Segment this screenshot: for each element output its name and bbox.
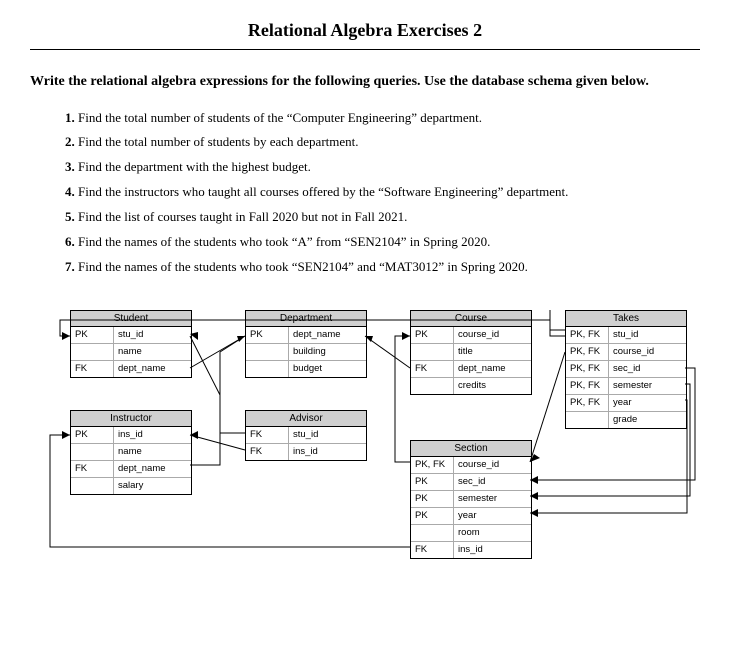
col-cell: name [114, 443, 192, 460]
col-cell: course_id [454, 457, 532, 474]
col-cell: semester [609, 377, 687, 394]
col-cell: sec_id [609, 360, 687, 377]
key-cell: FK [246, 427, 289, 444]
key-cell: PK, FK [566, 327, 609, 344]
entity-header: Takes [566, 311, 686, 327]
key-cell: FK [71, 460, 114, 477]
col-cell: ins_id [454, 541, 532, 558]
list-item: Find the instructors who taught all cour… [78, 180, 700, 205]
key-cell [71, 443, 114, 460]
key-cell: FK [246, 443, 289, 460]
col-cell: budget [289, 360, 367, 377]
key-cell [246, 360, 289, 377]
entity-header: Section [411, 441, 531, 457]
entity-course: Course PKcourse_id title FKdept_name cre… [410, 310, 532, 395]
key-cell: PK [411, 490, 454, 507]
col-cell: ins_id [114, 427, 192, 444]
key-cell [411, 524, 454, 541]
key-cell: FK [411, 541, 454, 558]
key-cell: PK [71, 327, 114, 344]
list-item: Find the names of the students who took … [78, 255, 700, 280]
col-cell: credits [454, 377, 532, 394]
key-cell: FK [71, 360, 114, 377]
key-cell: PK [71, 427, 114, 444]
col-cell: dept_name [289, 327, 367, 344]
list-item: Find the department with the highest bud… [78, 155, 700, 180]
title-rule [30, 49, 700, 50]
key-cell [566, 411, 609, 428]
list-item: Find the total number of students of the… [78, 106, 700, 131]
key-cell: PK [246, 327, 289, 344]
entity-header: Course [411, 311, 531, 327]
col-cell: course_id [609, 343, 687, 360]
entity-header: Instructor [71, 411, 191, 427]
key-cell: PK, FK [566, 377, 609, 394]
col-cell: room [454, 524, 532, 541]
entity-advisor: Advisor FKstu_id FKins_id [245, 410, 367, 461]
entity-header: Advisor [246, 411, 366, 427]
col-cell: year [454, 507, 532, 524]
key-cell: PK [411, 473, 454, 490]
er-diagram: Student PKstu_id name FKdept_name Depart… [30, 310, 700, 600]
question-list: Find the total number of students of the… [30, 106, 700, 280]
col-cell: salary [114, 477, 192, 494]
col-cell: year [609, 394, 687, 411]
col-cell: stu_id [289, 427, 367, 444]
key-cell: PK, FK [411, 457, 454, 474]
list-item: Find the names of the students who took … [78, 230, 700, 255]
col-cell: dept_name [114, 360, 192, 377]
prompt-text: Write the relational algebra expressions… [30, 72, 700, 92]
col-cell: grade [609, 411, 687, 428]
col-cell: name [114, 343, 192, 360]
key-cell: FK [411, 360, 454, 377]
key-cell [71, 343, 114, 360]
page-title: Relational Algebra Exercises 2 [30, 20, 700, 41]
entity-student: Student PKstu_id name FKdept_name [70, 310, 192, 378]
entity-instructor: Instructor PKins_id name FKdept_name sal… [70, 410, 192, 495]
key-cell: PK, FK [566, 360, 609, 377]
col-cell: ins_id [289, 443, 367, 460]
col-cell: sec_id [454, 473, 532, 490]
key-cell: PK, FK [566, 343, 609, 360]
col-cell: dept_name [454, 360, 532, 377]
key-cell: PK [411, 327, 454, 344]
col-cell: stu_id [114, 327, 192, 344]
col-cell: stu_id [609, 327, 687, 344]
key-cell [71, 477, 114, 494]
key-cell: PK, FK [566, 394, 609, 411]
entity-section: Section PK, FKcourse_id PKsec_id PKsemes… [410, 440, 532, 559]
list-item: Find the list of courses taught in Fall … [78, 205, 700, 230]
key-cell [411, 377, 454, 394]
col-cell: dept_name [114, 460, 192, 477]
col-cell: title [454, 343, 532, 360]
key-cell: PK [411, 507, 454, 524]
col-cell: semester [454, 490, 532, 507]
entity-takes: Takes PK, FKstu_id PK, FKcourse_id PK, F… [565, 310, 687, 429]
entity-header: Student [71, 311, 191, 327]
entity-department: Department PKdept_name building budget [245, 310, 367, 378]
col-cell: building [289, 343, 367, 360]
entity-header: Department [246, 311, 366, 327]
key-cell [246, 343, 289, 360]
key-cell [411, 343, 454, 360]
list-item: Find the total number of students by eac… [78, 130, 700, 155]
col-cell: course_id [454, 327, 532, 344]
